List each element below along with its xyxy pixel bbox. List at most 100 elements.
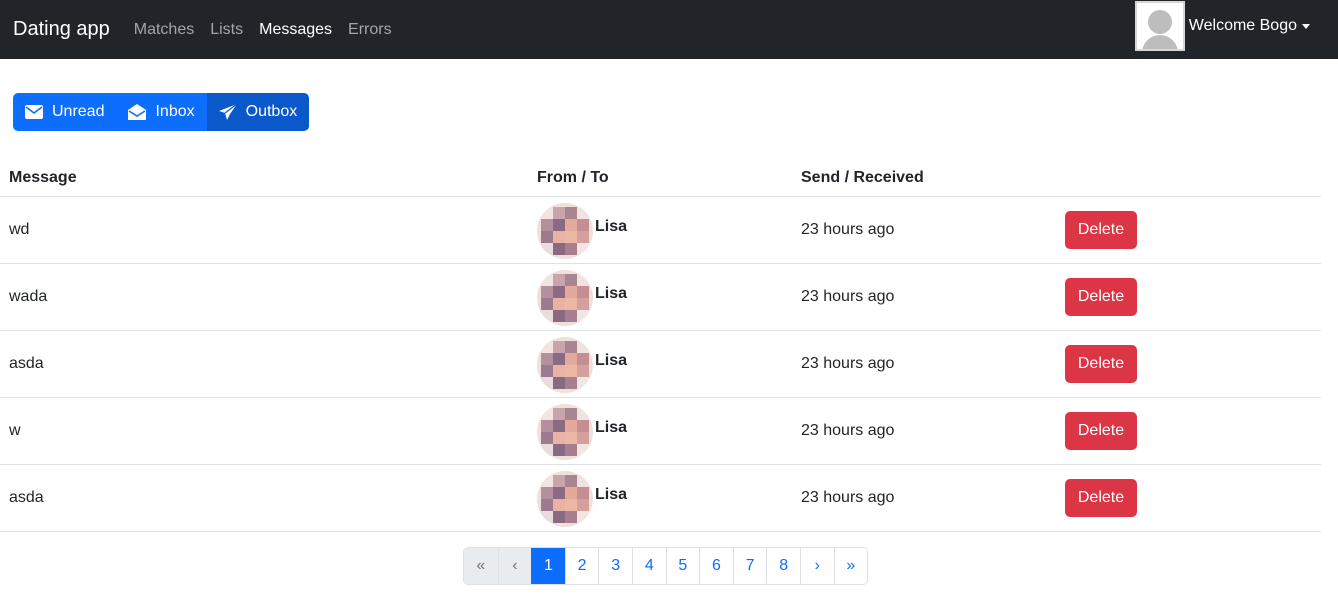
photo-pixel [577,443,589,456]
pagination-last[interactable]: » [833,548,868,584]
photo-pixel [553,206,565,219]
message-content: asda [0,330,528,398]
message-date: 23 hours ago [792,397,1056,465]
photo-pixel [577,340,589,353]
message-content: wada [0,263,528,331]
user-menu: Welcome Bogo [1134,1,1310,51]
message-date: 23 hours ago [792,263,1056,331]
photo-pixel [565,352,577,365]
pagination-page-4[interactable]: 4 [631,548,666,584]
pagination-first[interactable]: « [464,548,498,584]
photo-pixel [541,376,553,389]
photo-pixel [577,309,589,322]
photo-pixel [577,218,589,231]
photo-pixel [541,218,553,231]
photo-pixel [553,443,565,456]
photo-pixel [577,364,589,377]
message-content: w [0,397,528,465]
nav-link-errors[interactable]: Errors [348,21,392,39]
photo-pixel [565,273,577,286]
pagination-page-8[interactable]: 8 [766,548,800,584]
inbox-tab-button[interactable]: Inbox [116,93,207,131]
table-row[interactable]: wd Lisa 23 hours ago Delete [0,196,1321,264]
pagination-page-2[interactable]: 2 [564,548,599,584]
envelope-open-icon [128,104,147,120]
photo-pixel [541,230,553,243]
user-name: Lisa [595,418,628,436]
table-row[interactable]: asda Lisa 23 hours ago Delete [0,330,1321,398]
photo-pixel [553,431,565,444]
actions-cell: Delete [1056,397,1321,465]
header-message: Message [0,160,528,197]
photo-pixel [565,285,577,298]
photo-pixel [577,498,589,511]
photo-pixel [553,285,565,298]
photo-pixel [553,309,565,322]
caret-down-icon [1302,23,1310,29]
table-header-row: Message From / To Send / Received [0,160,1321,197]
pagination-page-6[interactable]: 6 [699,548,733,584]
photo-pixel [553,498,565,511]
photo-pixel [577,352,589,365]
photo-pixel [541,419,553,432]
photo-pixel [565,431,577,444]
photo-pixel [541,510,553,523]
pagination-prev[interactable]: ‹ [497,548,532,584]
pagination: « ‹ 1 2 3 4 5 6 7 8 › » [463,547,869,585]
user-photo [537,269,593,326]
unread-tab-button[interactable]: Unread [13,93,117,131]
photo-pixel [541,273,553,286]
photo-pixel [541,340,553,353]
user-dropdown-toggle[interactable]: Welcome Bogo [1189,17,1310,35]
envelope-icon [25,105,43,119]
photo-pixel [577,474,589,487]
user-photo [537,336,593,393]
paper-plane-icon [218,104,237,120]
pagination-page-1[interactable]: 1 [531,548,565,584]
photo-pixel [577,230,589,243]
photo-pixel [565,206,577,219]
photo-pixel [553,474,565,487]
photo-pixel [565,309,577,322]
pagination-next[interactable]: › [799,548,834,584]
nav-link-matches[interactable]: Matches [134,21,194,39]
photo-pixel [565,218,577,231]
user-name: Lisa [595,351,628,369]
brand-link[interactable]: Dating app [13,18,110,41]
table-row[interactable]: wada Lisa 23 hours ago Delete [0,263,1321,331]
pagination-page-3[interactable]: 3 [598,548,632,584]
photo-pixel [565,376,577,389]
outbox-tab-button[interactable]: Outbox [206,93,310,131]
delete-button[interactable]: Delete [1065,210,1137,249]
photo-pixel [553,230,565,243]
photo-pixel [553,419,565,432]
from-to-wrapper: Lisa [537,402,783,460]
photo-pixel [541,407,553,420]
user-name: Lisa [595,217,628,235]
nav-link-messages[interactable]: Messages [259,21,332,39]
user-photo [537,403,593,460]
photo-pixel [577,419,589,432]
table-row[interactable]: w Lisa 23 hours ago Delete [0,397,1321,465]
photo-pixel [541,285,553,298]
pagination-page-7[interactable]: 7 [732,548,767,584]
photo-pixel [577,297,589,310]
delete-button[interactable]: Delete [1065,344,1137,383]
delete-button[interactable]: Delete [1065,478,1137,517]
pagination-page-5[interactable]: 5 [665,548,700,584]
welcome-text: Welcome Bogo [1188,17,1297,34]
photo-pixel [541,474,553,487]
delete-button[interactable]: Delete [1065,277,1137,316]
from-to-wrapper: Lisa [537,469,783,527]
photo-pixel [541,486,553,499]
delete-button[interactable]: Delete [1065,411,1137,450]
photo-pixel [565,364,577,377]
table-row[interactable]: asda Lisa 23 hours ago Delete [0,464,1321,532]
photo-pixel [553,376,565,389]
photo-pixel [565,340,577,353]
photo-pixel [541,242,553,255]
photo-pixel [541,309,553,322]
photo-pixel [577,510,589,523]
nav-link-lists[interactable]: Lists [210,21,243,39]
unread-tab-label: Unread [52,103,105,120]
